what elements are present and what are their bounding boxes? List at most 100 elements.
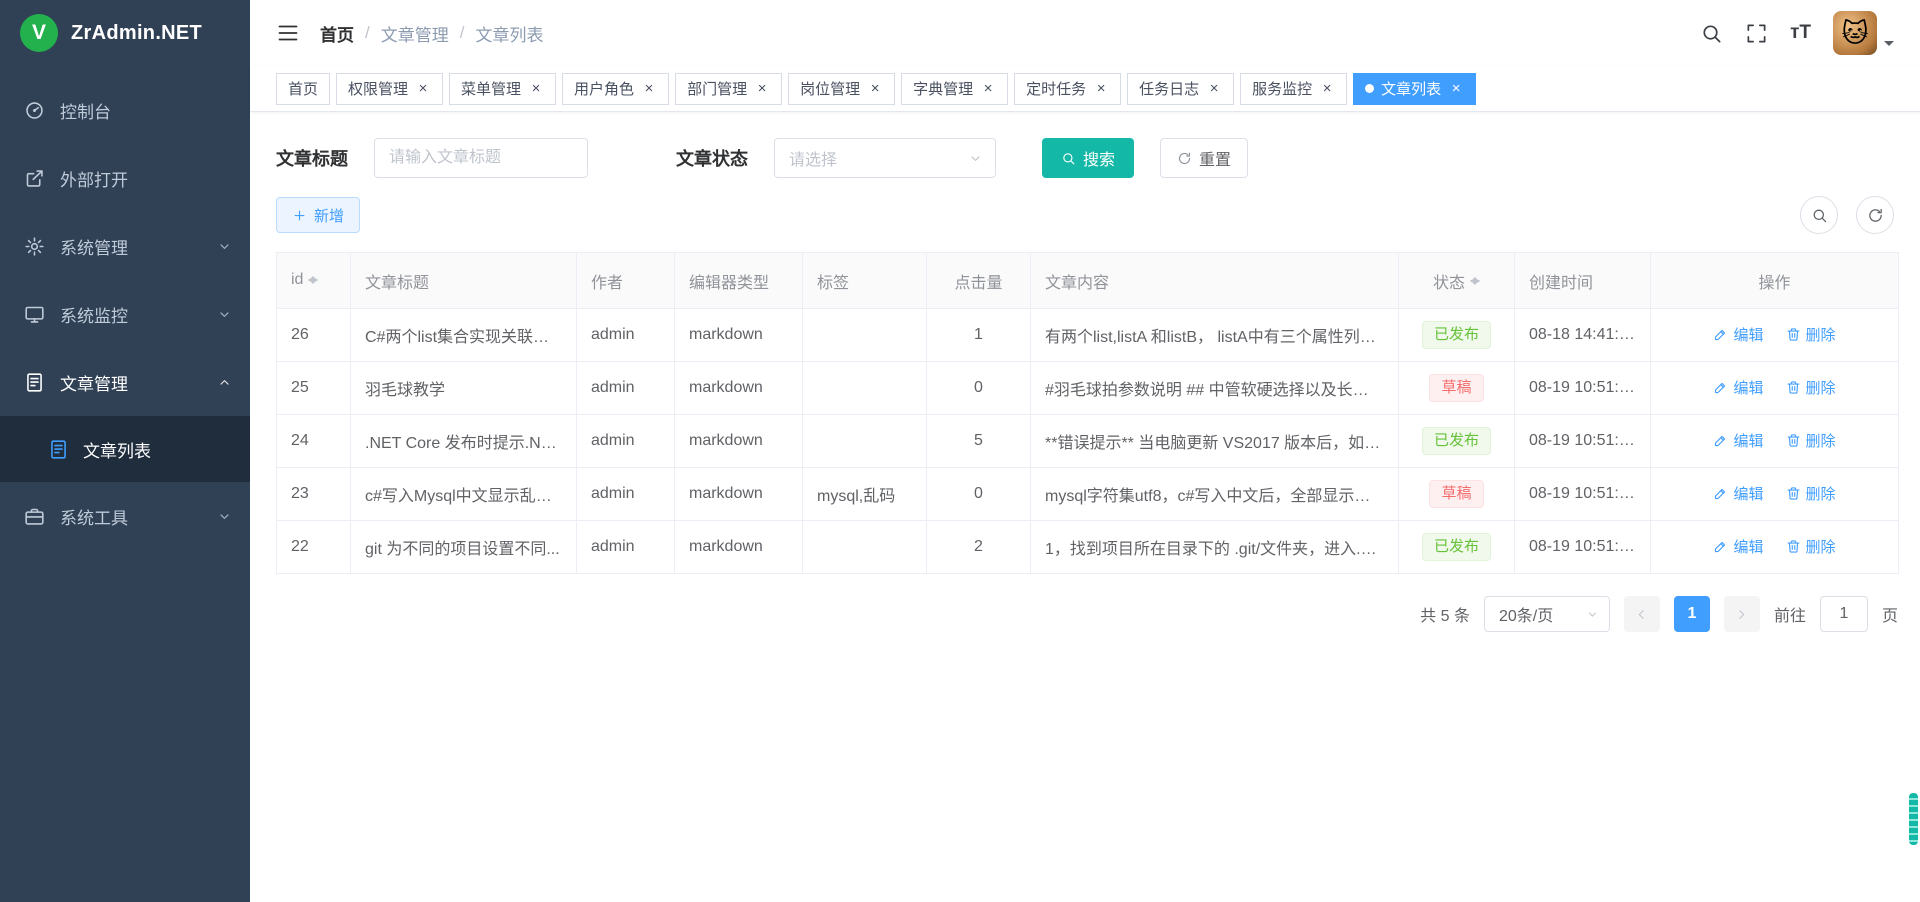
table-row: 26C#两个list集合实现关联，...adminmarkdown1有两个lis…	[277, 309, 1899, 362]
edit-button[interactable]: 编辑	[1713, 377, 1763, 398]
sort-carets[interactable]	[1470, 272, 1480, 290]
delete-button[interactable]: 删除	[1786, 483, 1836, 504]
toggle-search-button[interactable]	[1800, 196, 1838, 234]
edit-label: 编辑	[1733, 430, 1763, 451]
column-header-label: 标签	[817, 269, 849, 293]
cell-created: 08-19 10:51:22	[1515, 521, 1651, 574]
delete-button[interactable]: 删除	[1786, 430, 1836, 451]
tag-label: 岗位管理	[800, 78, 860, 99]
article-icon	[24, 372, 45, 393]
cell: #羽毛球拍参数说明 ## 中管软硬选择以及长度介...	[1031, 362, 1399, 415]
pagination: 共 5 条 20条/页 1 前往 页	[276, 596, 1898, 632]
tag-item-1[interactable]: 权限管理×	[336, 73, 443, 105]
sidebar-item-article-manage[interactable]: 文章管理	[0, 348, 250, 416]
cell: 有两个list,listA 和listB， listA中有三个属性列为St...	[1031, 309, 1399, 362]
add-button[interactable]: 新增	[276, 197, 360, 233]
tag-item-5[interactable]: 岗位管理 ×	[788, 73, 895, 105]
reset-button[interactable]: 重置	[1160, 138, 1248, 178]
filter-form: 文章标题 文章状态 请选择 搜索 重置	[276, 138, 1894, 178]
select-placeholder: 请选择	[789, 146, 837, 170]
sort-carets[interactable]	[308, 271, 318, 289]
column-header-7[interactable]: 状态	[1399, 253, 1515, 309]
close-icon[interactable]: ×	[980, 81, 996, 97]
sidebar-item-system-monitor[interactable]: 系统监控	[0, 280, 250, 348]
tag-item-6[interactable]: 字典管理×	[901, 73, 1008, 105]
column-header-0[interactable]: id	[277, 253, 351, 309]
sidebar-item-external-open[interactable]: 外部打开	[0, 144, 250, 212]
tag-item-8[interactable]: 任务日志×	[1127, 73, 1234, 105]
breadcrumb-article-manage[interactable]: 文章管理	[381, 21, 449, 46]
cell-actions: 编辑 删除	[1651, 521, 1899, 574]
delete-button[interactable]: 删除	[1786, 324, 1836, 345]
cell: markdown	[675, 468, 803, 521]
cell	[803, 415, 927, 468]
next-page-button[interactable]	[1724, 596, 1760, 632]
search-icon[interactable]	[1700, 22, 1723, 45]
sidebar-item-system-tools[interactable]: 系统工具	[0, 482, 250, 550]
user-dropdown[interactable]: 🐱	[1833, 11, 1894, 55]
article-status-label: 文章状态	[676, 145, 748, 171]
close-icon[interactable]: ×	[1206, 81, 1222, 97]
cell: 22	[277, 521, 351, 574]
search-button[interactable]: 搜索	[1042, 138, 1134, 178]
page-number-button[interactable]: 1	[1674, 596, 1710, 632]
tag-item-4[interactable]: 部门管理×	[675, 73, 782, 105]
column-header-label: 作者	[591, 269, 623, 293]
table-row: 25羽毛球教学adminmarkdown0#羽毛球拍参数说明 ## 中管软硬选择…	[277, 362, 1899, 415]
column-header-label: 点击量	[954, 269, 1002, 293]
tag-item-2[interactable]: 菜单管理×	[449, 73, 556, 105]
cell: **错误提示** 当电脑更新 VS2017 版本后，如果...	[1031, 415, 1399, 468]
sidebar-item-label: 系统监控	[60, 302, 202, 327]
close-icon[interactable]: ×	[641, 81, 657, 97]
tag-item-3[interactable]: 用户角色 ×	[562, 73, 669, 105]
close-icon[interactable]: ×	[1093, 81, 1109, 97]
close-icon[interactable]: ×	[867, 81, 883, 97]
edit-button[interactable]: 编辑	[1713, 324, 1763, 345]
tags-bar: 首页权限管理×菜单管理×用户角色×部门管理×岗位管理×字典管理×定时任务×任务日…	[250, 66, 1920, 112]
delete-button[interactable]: 删除	[1786, 536, 1836, 557]
refresh-table-button[interactable]	[1856, 196, 1894, 234]
delete-button[interactable]: 删除	[1786, 377, 1836, 398]
sidebar-item-article-list[interactable]: 文章列表	[0, 416, 250, 482]
refresh-icon	[1177, 151, 1192, 166]
close-icon[interactable]: ×	[528, 81, 544, 97]
edit-button[interactable]: 编辑	[1713, 483, 1763, 504]
tag-item-0[interactable]: 首页	[276, 73, 330, 105]
tag-label: 首页	[288, 78, 318, 99]
close-icon[interactable]: ×	[1319, 81, 1335, 97]
breadcrumb-home[interactable]: 首页	[320, 21, 354, 46]
monitor-icon	[24, 304, 45, 325]
close-icon[interactable]: ×	[1448, 81, 1464, 97]
close-icon[interactable]: ×	[754, 81, 770, 97]
page-size-select[interactable]: 20条/页	[1484, 596, 1610, 632]
fullscreen-icon[interactable]	[1745, 22, 1768, 45]
goto-page-input[interactable]	[1820, 596, 1868, 632]
app-logo[interactable]: V ZrAdmin.NET	[0, 0, 250, 66]
edit-button[interactable]: 编辑	[1713, 536, 1763, 557]
sidebar-item-dashboard[interactable]: 控制台	[0, 76, 250, 144]
cell: admin	[577, 521, 675, 574]
status-badge: 草稿	[1429, 374, 1483, 402]
font-size-icon[interactable]: тT	[1790, 22, 1811, 44]
collapse-sidebar-icon[interactable]	[276, 21, 300, 45]
cell-created: 08-18 14:41:36	[1515, 309, 1651, 362]
table-row: 24.NET Core 发布时提示.NET...adminmarkdown5**…	[277, 415, 1899, 468]
edit-label: 编辑	[1733, 536, 1763, 557]
goto-label: 前往	[1774, 602, 1806, 626]
edit-button[interactable]: 编辑	[1713, 430, 1763, 451]
trash-icon	[1786, 539, 1801, 554]
prev-page-button[interactable]	[1624, 596, 1660, 632]
cell: admin	[577, 362, 675, 415]
tag-item-7[interactable]: 定时任务×	[1014, 73, 1121, 105]
avatar[interactable]: 🐱	[1833, 11, 1877, 55]
sidebar-item-system-manage[interactable]: 系统管理	[0, 212, 250, 280]
article-status-select[interactable]: 请选择	[774, 138, 996, 178]
tag-label: 用户角色	[574, 78, 634, 99]
column-header-6: 文章内容	[1031, 253, 1399, 309]
close-icon[interactable]: ×	[415, 81, 431, 97]
table-body: 26C#两个list集合实现关联，...adminmarkdown1有两个lis…	[277, 309, 1899, 574]
tag-item-10[interactable]: 文章列表×	[1353, 73, 1476, 105]
scrollbar-thumb[interactable]	[1909, 793, 1918, 845]
tag-item-9[interactable]: 服务监控×	[1240, 73, 1347, 105]
article-title-input[interactable]	[374, 138, 588, 178]
